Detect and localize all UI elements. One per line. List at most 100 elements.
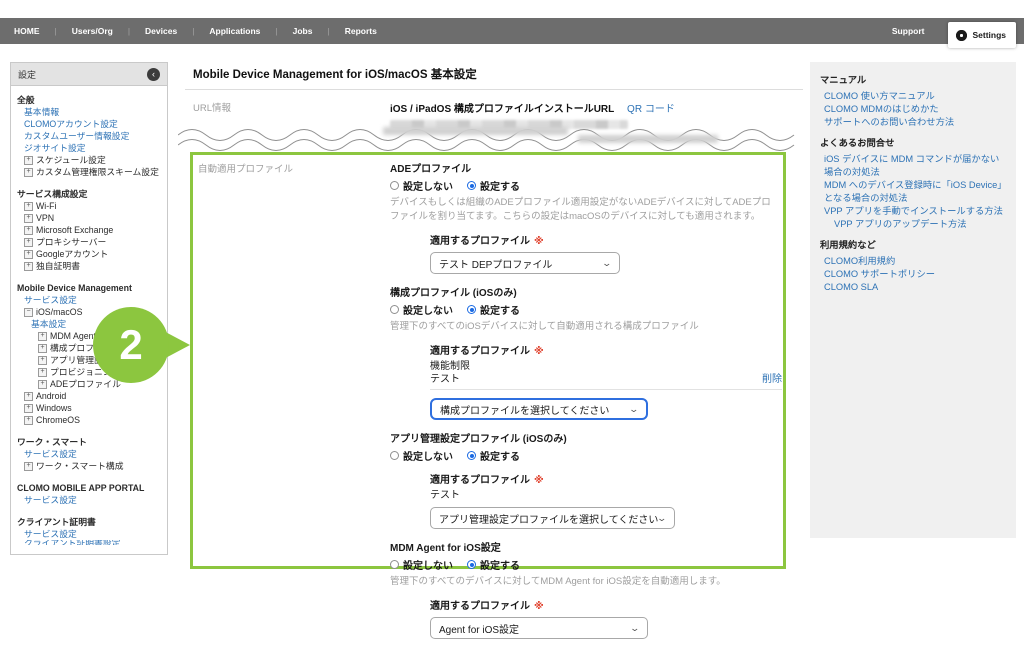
sidebar-collapse-button[interactable]: ‹ bbox=[147, 68, 160, 81]
nav-item-home[interactable]: HOME bbox=[14, 26, 55, 36]
sidebar-item[interactable]: CLOMOアカウント設定 bbox=[11, 118, 163, 130]
radio-label: 設定する bbox=[480, 178, 520, 193]
sidebar-item[interactable]: カスタムユーザー情報設定 bbox=[11, 130, 163, 142]
sidebar-item[interactable]: サービス設定 bbox=[11, 528, 163, 540]
sidebar-item[interactable]: +Microsoft Exchange bbox=[11, 224, 163, 236]
expand-icon[interactable]: + bbox=[24, 416, 33, 425]
sidebar-item[interactable]: サービス設定 bbox=[11, 448, 163, 460]
radio-label: 設定する bbox=[480, 448, 520, 463]
help-link[interactable]: iOS デバイスに MDM コマンドが届かない場合の対処法 bbox=[820, 153, 1006, 179]
profile-select[interactable]: 構成プロファイルを選択してください⌄ bbox=[430, 398, 648, 420]
sidebar-item-label: Microsoft Exchange bbox=[36, 224, 113, 236]
sidebar-gap bbox=[11, 472, 163, 482]
radio-selected-icon[interactable] bbox=[467, 560, 476, 569]
help-link[interactable]: CLOMO サポートポリシー bbox=[820, 268, 1006, 281]
sidebar-item[interactable]: サービス設定 bbox=[11, 294, 163, 306]
sidebar-item[interactable]: +カスタム管理権限スキーム設定 bbox=[11, 166, 163, 178]
sidebar-item[interactable]: +独自証明書 bbox=[11, 260, 163, 272]
radio-selected-icon[interactable] bbox=[467, 181, 476, 190]
expand-icon[interactable]: + bbox=[24, 202, 33, 211]
radio-selected-icon[interactable] bbox=[467, 451, 476, 460]
help-group-title: よくあるお問合せ bbox=[820, 137, 1006, 150]
expand-icon[interactable]: + bbox=[38, 368, 47, 377]
required-mark: ※ bbox=[534, 601, 544, 612]
expand-icon[interactable]: + bbox=[24, 462, 33, 471]
expand-icon[interactable]: + bbox=[24, 262, 33, 271]
help-link[interactable]: MDM へのデバイス登録時に「iOS Device」となる場合の対処法 bbox=[820, 179, 1006, 205]
sidebar-item-label: VPN bbox=[36, 212, 54, 224]
field-divider bbox=[430, 389, 782, 390]
expand-icon[interactable]: + bbox=[38, 344, 47, 353]
sidebar-item[interactable]: +ChromeOS bbox=[11, 414, 163, 426]
help-link[interactable]: CLOMO SLA bbox=[820, 281, 1006, 294]
expand-icon[interactable]: + bbox=[38, 332, 47, 341]
expand-icon[interactable]: + bbox=[38, 356, 47, 365]
sidebar-item[interactable]: +ワーク・スマート構成 bbox=[11, 460, 163, 472]
profile-select[interactable]: テスト DEPプロファイル⌄ bbox=[430, 252, 620, 274]
nav-item-usersorg[interactable]: Users/Org bbox=[57, 26, 128, 36]
sidebar-item[interactable]: +スケジュール設定 bbox=[11, 154, 163, 166]
radio-unselected-icon[interactable] bbox=[390, 181, 399, 190]
delete-link[interactable]: 削除 bbox=[762, 373, 782, 386]
expand-icon[interactable]: + bbox=[24, 214, 33, 223]
auto-apply-profile-label: 自動適用プロファイル bbox=[198, 161, 293, 175]
radio-option-enable[interactable]: 設定する bbox=[467, 302, 520, 317]
expand-icon[interactable]: + bbox=[24, 238, 33, 247]
radio-option-disable[interactable]: 設定しない bbox=[390, 302, 453, 317]
profile-field: 適用するプロファイル※テストアプリ管理設定プロファイルを選択してください⌄ bbox=[430, 471, 782, 529]
support-button[interactable]: Support bbox=[882, 26, 935, 36]
sidebar-item-label: サービス構成設定 bbox=[17, 188, 87, 200]
nav-item-reports[interactable]: Reports bbox=[330, 26, 392, 36]
profile-subline: 機能制限 bbox=[430, 360, 782, 373]
nav-item-devices[interactable]: Devices bbox=[130, 26, 192, 36]
settings-tab[interactable]: Settings bbox=[948, 22, 1016, 48]
expand-icon[interactable]: + bbox=[24, 226, 33, 235]
expand-icon[interactable]: + bbox=[38, 380, 47, 389]
profile-select[interactable]: Agent for iOS設定⌄ bbox=[430, 617, 648, 639]
help-link[interactable]: VPP アプリのアップデート方法 bbox=[820, 218, 1006, 231]
help-link[interactable]: VPP アプリを手動でインストールする方法 bbox=[820, 205, 1006, 218]
radio-selected-icon[interactable] bbox=[467, 305, 476, 314]
sidebar-item[interactable]: クライアント証明書設定 bbox=[11, 540, 163, 545]
sidebar-item[interactable]: +Googleアカウント bbox=[11, 248, 163, 260]
help-link[interactable]: CLOMO 使い方マニュアル bbox=[820, 90, 1006, 103]
section-help-text: 管理下のすべてのデバイスに対してMDM Agent for iOS設定を自動適用… bbox=[390, 575, 778, 589]
radio-unselected-icon[interactable] bbox=[390, 305, 399, 314]
sidebar-item[interactable]: ジオサイト設定 bbox=[11, 142, 163, 154]
sidebar-item[interactable]: +プロキシサーバー bbox=[11, 236, 163, 248]
expand-icon[interactable]: + bbox=[24, 168, 33, 177]
profile-subline-row: テスト削除 bbox=[430, 373, 782, 386]
sidebar-item[interactable]: +Android bbox=[11, 390, 163, 402]
radio-option-enable[interactable]: 設定する bbox=[467, 448, 520, 463]
expand-icon[interactable]: + bbox=[24, 404, 33, 413]
nav-item-applications[interactable]: Applications bbox=[194, 26, 275, 36]
sidebar-item[interactable]: +VPN bbox=[11, 212, 163, 224]
sidebar-item-label: サービス設定 bbox=[24, 528, 77, 540]
radio-option-disable[interactable]: 設定しない bbox=[390, 178, 453, 193]
radio-option-enable[interactable]: 設定する bbox=[467, 178, 520, 193]
collapse-icon[interactable]: − bbox=[24, 308, 33, 317]
radio-option-disable[interactable]: 設定しない bbox=[390, 557, 453, 572]
help-link[interactable]: サポートへのお問い合わせ方法 bbox=[820, 116, 1006, 129]
radio-unselected-icon[interactable] bbox=[390, 560, 399, 569]
sidebar-item-label: ワーク・スマート bbox=[17, 436, 87, 448]
profile-select[interactable]: アプリ管理設定プロファイルを選択してください⌄ bbox=[430, 507, 675, 529]
radio-group: 設定しない 設定する bbox=[390, 178, 778, 193]
sidebar-item[interactable]: +Wi-Fi bbox=[11, 200, 163, 212]
radio-option-disable[interactable]: 設定しない bbox=[390, 448, 453, 463]
sidebar-item-label: カスタム管理権限スキーム設定 bbox=[36, 166, 159, 178]
radio-option-enable[interactable]: 設定する bbox=[467, 557, 520, 572]
sidebar-item-label: プロキシサーバー bbox=[36, 236, 106, 248]
sidebar-item[interactable]: 基本情報 bbox=[11, 106, 163, 118]
radio-unselected-icon[interactable] bbox=[390, 451, 399, 460]
help-link[interactable]: CLOMO利用規約 bbox=[820, 255, 1006, 268]
sidebar-item[interactable]: +Windows bbox=[11, 402, 163, 414]
expand-icon[interactable]: + bbox=[24, 392, 33, 401]
nav-item-jobs[interactable]: Jobs bbox=[278, 26, 328, 36]
settings-tab-label: Settings bbox=[972, 30, 1006, 40]
sidebar-item[interactable]: サービス設定 bbox=[11, 494, 163, 506]
expand-icon[interactable]: + bbox=[24, 156, 33, 165]
help-link[interactable]: CLOMO MDMのはじめかた bbox=[820, 103, 1006, 116]
qr-code-link[interactable]: QR コード bbox=[627, 104, 675, 115]
expand-icon[interactable]: + bbox=[24, 250, 33, 259]
